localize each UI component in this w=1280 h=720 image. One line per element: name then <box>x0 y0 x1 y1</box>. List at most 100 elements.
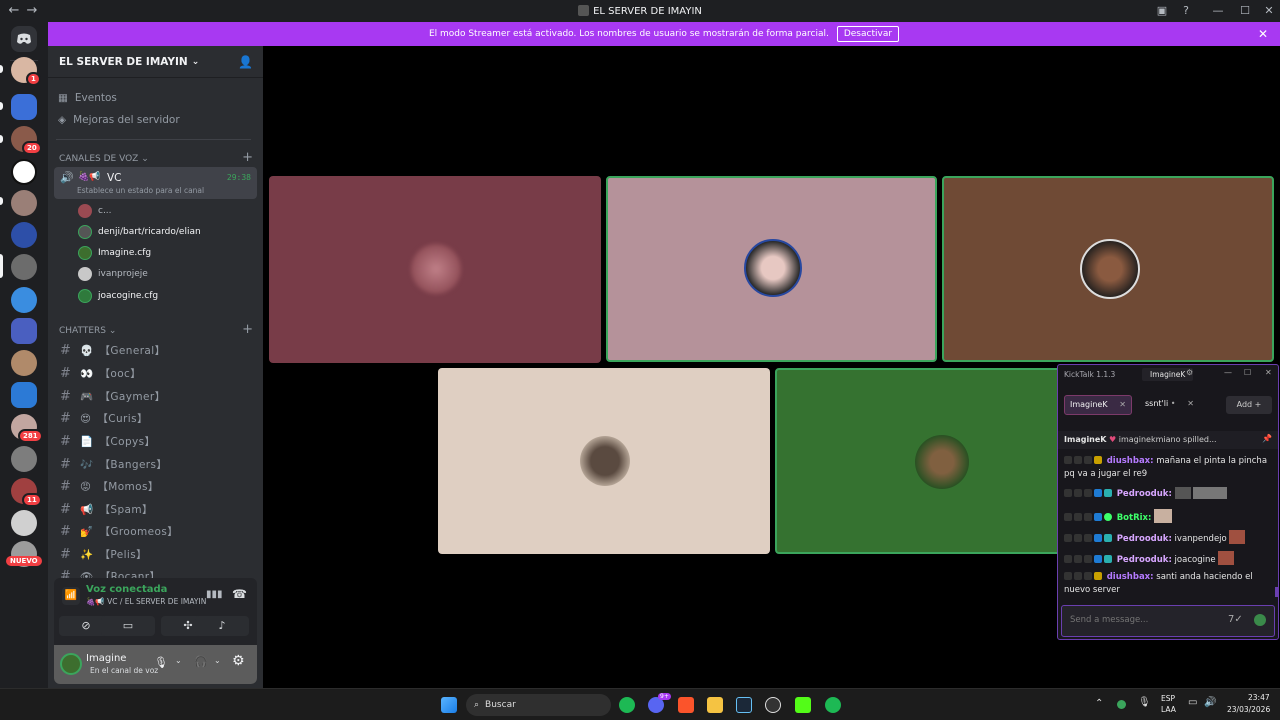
chat-username[interactable]: Pedrooduk: <box>1117 555 1172 565</box>
voice-channel-vc[interactable]: 🔊 🍇📢 VC 29:38 Establece un estado para e… <box>54 167 257 199</box>
username[interactable]: Imagine <box>86 653 126 664</box>
chevron-up-icon[interactable]: ⌃ <box>1095 698 1103 709</box>
chevron-down-icon[interactable]: ⌄ <box>175 656 182 665</box>
minimize-button[interactable]: — <box>1224 368 1232 377</box>
brave-icon[interactable] <box>678 697 694 713</box>
voice-user[interactable]: c... <box>78 204 112 218</box>
invite-icon[interactable]: 👤 <box>238 55 253 69</box>
message-input-box[interactable]: 7✓ <box>1061 605 1275 637</box>
voice-channel-link[interactable]: 🍇📢 VC / EL SERVER DE IMAYIN <box>86 597 206 606</box>
headphones-icon[interactable]: 🎧 <box>194 655 208 668</box>
emoji-picker-icon[interactable] <box>1254 614 1266 626</box>
volume-icon[interactable]: 🔊 <box>1204 697 1216 708</box>
voice-user[interactable]: ivanprojeje <box>78 267 148 281</box>
text-channel[interactable]: # 👀 【ooc】 <box>60 366 141 381</box>
text-category[interactable]: CHATTERS ⌄ <box>59 326 116 336</box>
maximize-button[interactable]: ☐ <box>1244 368 1251 377</box>
chat-username[interactable]: Pedrooduk: <box>1117 534 1172 544</box>
voice-category[interactable]: Canales de voz ⌄ <box>59 154 149 164</box>
noise-suppression-icon[interactable]: ▮▮▮ <box>206 589 223 600</box>
close-tab-icon[interactable]: ✕ <box>1119 400 1126 409</box>
close-button[interactable]: ✕ <box>1265 368 1272 377</box>
text-channel[interactable]: # 💀 【General】 <box>60 343 165 358</box>
avatar[interactable] <box>60 653 82 675</box>
minimize-button[interactable]: — <box>1210 3 1226 19</box>
maximize-button[interactable]: ☐ <box>1237 3 1253 19</box>
close-button[interactable]: ✕ <box>1261 3 1277 19</box>
status-dot-icon[interactable] <box>1117 700 1126 709</box>
chat-tab[interactable]: ImagineK ✕ <box>1064 395 1132 415</box>
server-header[interactable]: EL SERVER DE IMAYIN ⌄ 👤 <box>48 46 263 78</box>
boosts-item[interactable]: ◈ Mejoras del servidor <box>58 114 180 126</box>
signal-icon[interactable]: 📶 <box>62 587 80 605</box>
steam-icon[interactable] <box>736 697 752 713</box>
server-icon[interactable] <box>11 222 37 248</box>
events-item[interactable]: ▦ Eventos <box>58 92 117 104</box>
channel-status[interactable]: Establece un estado para el canal <box>77 186 204 195</box>
chevron-down-icon[interactable]: ⌄ <box>214 656 221 665</box>
disconnect-icon[interactable]: ☎ <box>232 587 247 601</box>
server-icon[interactable] <box>11 446 37 472</box>
folder-icon[interactable] <box>707 697 723 713</box>
mic-icon[interactable]: 🎙 <box>154 656 168 669</box>
spotify-icon[interactable] <box>619 697 635 713</box>
kick-icon[interactable] <box>795 697 811 713</box>
server-icon[interactable] <box>11 94 37 120</box>
voice-user[interactable]: denji/bart/ricardo/elian <box>78 225 201 239</box>
text-channel[interactable]: # 📢 【Spam】 <box>60 502 153 517</box>
text-channel[interactable]: # 💅 【Groomeos】 <box>60 524 178 539</box>
disable-streamer-button[interactable]: Desactivar <box>836 26 900 42</box>
discord-home-icon[interactable] <box>11 26 37 52</box>
text-channel[interactable]: # 😍 【Curis】 <box>60 411 148 426</box>
add-channel-icon[interactable]: + <box>242 322 253 337</box>
server-icon[interactable] <box>11 382 37 408</box>
chat-username[interactable]: diushbax: <box>1107 572 1154 582</box>
participant-tile[interactable] <box>269 176 601 363</box>
forward-arrow-icon[interactable]: → <box>24 3 40 18</box>
text-channel[interactable]: # ✨ 【Pelis】 <box>60 547 147 562</box>
chat-username[interactable]: Pedrooduk: <box>1117 489 1172 499</box>
mic-icon[interactable]: 🎙 <box>1138 697 1151 708</box>
back-arrow-icon[interactable]: ← <box>6 3 22 18</box>
settings-gear-icon[interactable]: ⚙ <box>1186 368 1193 377</box>
chat-username[interactable]: BotRix: <box>1117 513 1152 523</box>
text-channel[interactable]: # 📄 【Copys】 <box>60 434 155 449</box>
server-icon[interactable] <box>11 159 37 185</box>
close-icon[interactable]: ✕ <box>1258 27 1268 41</box>
text-channel[interactable]: # 🎶 【Bangers】 <box>60 457 167 472</box>
text-channel[interactable]: # 😡 【Momos】 <box>60 479 159 494</box>
emote-picker-icon[interactable]: 7✓ <box>1228 614 1243 625</box>
participant-tile[interactable] <box>606 176 937 362</box>
server-icon[interactable] <box>11 254 37 280</box>
voice-user[interactable]: Imagine.cfg <box>78 246 151 260</box>
obs-icon[interactable] <box>765 697 781 713</box>
screen-share-button[interactable]: ▭ <box>101 616 155 636</box>
soundboard-button[interactable]: ♪ <box>195 616 249 636</box>
help-icon[interactable]: ? <box>1178 3 1194 19</box>
search-box[interactable]: ⌕ Buscar <box>466 694 611 716</box>
voice-status[interactable]: Voz conectada <box>86 584 167 595</box>
clock-date[interactable]: 23/03/2026 <box>1227 705 1270 714</box>
keyboard-layout[interactable]: LAA <box>1161 705 1176 714</box>
close-tab-icon[interactable]: ✕ <box>1187 399 1194 408</box>
participant-tile[interactable] <box>438 368 770 554</box>
server-icon[interactable] <box>11 350 37 376</box>
chat-tab[interactable]: ssnt'li • ✕ <box>1140 395 1194 415</box>
pin-icon[interactable]: 📌 <box>1262 434 1272 443</box>
spotify-icon[interactable] <box>825 697 841 713</box>
settings-gear-icon[interactable]: ⚙ <box>232 653 245 669</box>
scrollbar[interactable] <box>1275 587 1278 597</box>
inbox-icon[interactable]: ▣ <box>1154 3 1170 19</box>
language-indicator[interactable]: ESP <box>1161 694 1175 703</box>
chat-username[interactable]: diushbax: <box>1107 456 1154 466</box>
text-channel[interactable]: # 🎮 【Gaymer】 <box>60 389 165 404</box>
participant-tile[interactable] <box>942 176 1274 362</box>
voice-user[interactable]: joacogine.cfg <box>78 289 158 303</box>
clock-time[interactable]: 23:47 <box>1248 693 1270 702</box>
add-channel-icon[interactable]: + <box>242 150 253 165</box>
pinned-message[interactable]: ImagineK ♥ imaginekmiano spilled... 📌 <box>1058 431 1278 449</box>
windows-start-icon[interactable] <box>441 697 457 713</box>
server-icon[interactable] <box>11 287 37 313</box>
monitor-icon[interactable]: ▭ <box>1188 697 1197 708</box>
message-input[interactable] <box>1070 615 1220 625</box>
